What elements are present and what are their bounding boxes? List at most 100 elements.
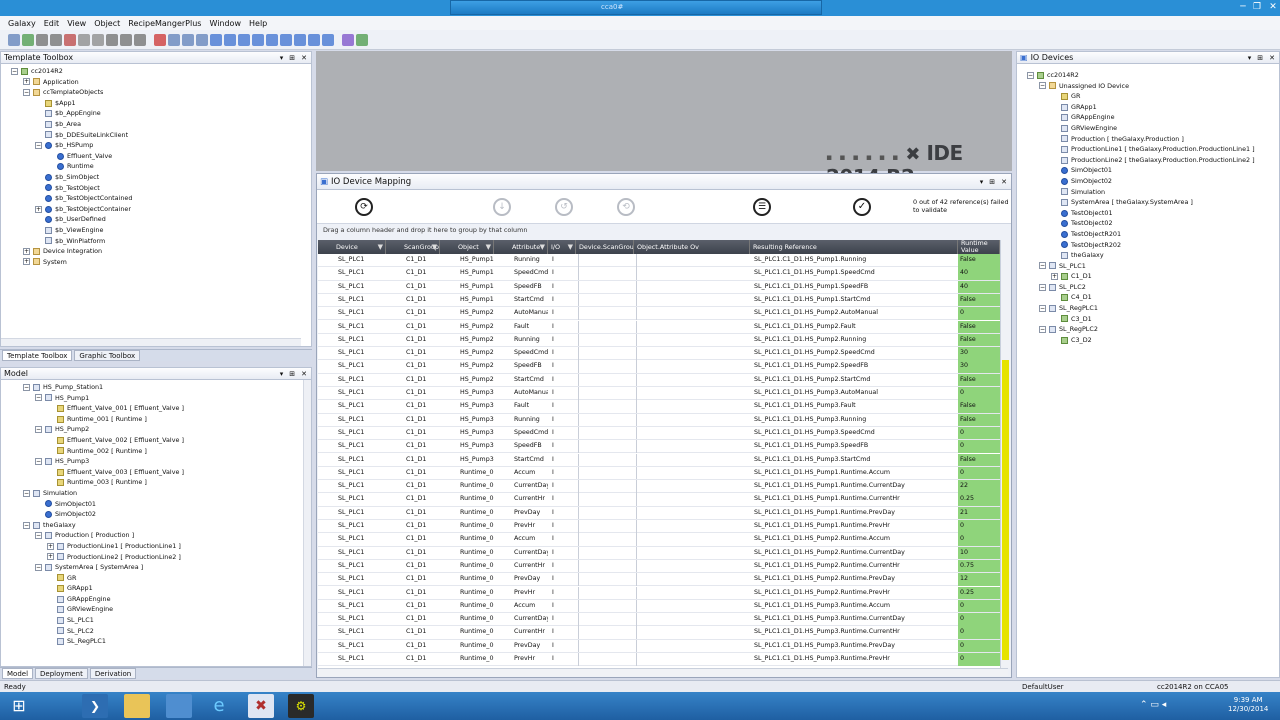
cell-scangroup-override[interactable]	[578, 573, 634, 586]
tree-item[interactable]: − $b_HSPump	[11, 140, 311, 151]
tree-item[interactable]: − SL_RegPLC2	[1027, 324, 1279, 335]
vertical-scrollbar[interactable]	[303, 380, 311, 666]
cell-scangroup-override[interactable]	[578, 413, 634, 427]
table-row[interactable]: SL_PLC1 C1_D1 HS_Pump2 SpeedFB I SL_PLC1.C1_D…	[318, 360, 1008, 374]
tree-item[interactable]: + $b_TestObjectContainer	[11, 204, 311, 215]
collapse-icon[interactable]: −	[1039, 262, 1046, 270]
tree-item[interactable]: SL_PLC2	[11, 626, 311, 637]
toolbar-button-icon[interactable]	[36, 33, 48, 46]
cell-scangroup-override[interactable]	[578, 626, 634, 639]
tree-item[interactable]: GR	[11, 573, 311, 584]
tree-item[interactable]: GRApp1	[11, 583, 311, 594]
table-row[interactable]: SL_PLC1 C1_D1 HS_Pump1 StartCmd I SL_PLC1.C1_…	[318, 293, 1008, 308]
cell-scangroup-override[interactable]	[578, 453, 634, 466]
table-row[interactable]: SL_PLC1 C1_D1 Runtime_001 PrevDay I SL_PLC1.C…	[318, 506, 1008, 520]
revert-icon[interactable]: ⟲	[617, 198, 635, 216]
tree-item[interactable]: − SystemArea [ SystemArea ]	[11, 562, 311, 573]
expand-icon[interactable]: +	[23, 78, 30, 86]
validate-icon[interactable]: ✓	[853, 198, 871, 216]
table-row[interactable]: SL_PLC1 C1_D1 HS_Pump2 Running I SL_PLC1.C1_D…	[318, 333, 1008, 348]
close-icon[interactable]: ✕	[1269, 54, 1275, 62]
cell-attribute-override[interactable]	[636, 347, 750, 360]
table-row[interactable]: SL_PLC1 C1_D1 Runtime_001 Accum I SL_PLC1.C1_…	[318, 466, 1008, 481]
menu-object[interactable]: Object	[94, 19, 120, 28]
toolbar-button-icon[interactable]	[196, 33, 208, 46]
filter-icon[interactable]: ▼	[486, 240, 491, 254]
tree-item[interactable]: GRViewEngine	[1027, 123, 1279, 134]
cell-scangroup-override[interactable]	[578, 546, 634, 560]
cell-scangroup-override[interactable]	[578, 506, 634, 520]
table-row[interactable]: SL_PLC1 C1_D1 HS_Pump3 SpeedFB I SL_PLC1.C1_D…	[318, 440, 1008, 454]
cell-scangroup-override[interactable]	[578, 440, 634, 453]
windows-start-icon[interactable]: ⊞	[6, 694, 32, 718]
tree-item[interactable]: $b_ViewEngine	[11, 225, 311, 236]
toolbar-button-icon[interactable]	[224, 33, 236, 46]
table-row[interactable]: SL_PLC1 C1_D1 HS_Pump3 Fault I SL_PLC1.C1_D1.…	[318, 400, 1008, 414]
close-icon[interactable]: ✕	[301, 370, 307, 378]
tree-item[interactable]: − SL_RegPLC1	[1027, 303, 1279, 314]
table-row[interactable]: SL_PLC1 C1_D1 Runtime_002 Accum I SL_PLC1.C1_…	[318, 533, 1008, 547]
menu-window[interactable]: Window	[209, 19, 241, 28]
collapse-icon[interactable]: −	[1039, 82, 1046, 90]
tree-item[interactable]: SystemArea [ theGalaxy.SystemArea ]	[1027, 197, 1279, 208]
tree-item[interactable]: − HS_Pump2	[11, 424, 311, 435]
table-row[interactable]: SL_PLC1 C1_D1 Runtime_003 CurrentDay I SL_PLC…	[318, 613, 1008, 627]
tree-item[interactable]: TestObjectR202	[1027, 240, 1279, 251]
tree-item[interactable]: − SL_PLC2	[1027, 282, 1279, 293]
tree-item[interactable]: C4_D1	[1027, 292, 1279, 303]
table-row[interactable]: SL_PLC1 C1_D1 HS_Pump1 SpeedCmd I SL_PLC1.C1_…	[318, 267, 1008, 281]
tree-item[interactable]: C3_D2	[1027, 335, 1279, 346]
list-icon[interactable]: ☰	[753, 198, 771, 216]
table-row[interactable]: SL_PLC1 C1_D1 HS_Pump2 Fault I SL_PLC1.C1_D1.…	[318, 320, 1008, 334]
cell-attribute-override[interactable]	[636, 493, 750, 506]
tree-item[interactable]: Runtime	[11, 161, 311, 172]
pin-icon[interactable]: ⊞	[989, 178, 995, 186]
tab-graphic-toolbox[interactable]: Graphic Toolbox	[74, 350, 141, 361]
tree-item[interactable]: + System	[11, 257, 311, 268]
tree-item[interactable]: − Simulation	[11, 488, 311, 499]
toolbar-button-icon[interactable]	[8, 33, 20, 46]
table-row[interactable]: SL_PLC1 C1_D1 HS_Pump2 SpeedCmd I SL_PLC1.C1_…	[318, 347, 1008, 361]
cell-attribute-override[interactable]	[636, 559, 750, 573]
grid-vertical-scrollbar[interactable]	[1000, 240, 1010, 668]
collapse-icon[interactable]: −	[11, 67, 18, 75]
table-row[interactable]: SL_PLC1 C1_D1 HS_Pump3 Running I SL_PLC1.C1_D…	[318, 413, 1008, 427]
tree-item[interactable]: − ccTemplateObjects	[11, 87, 311, 98]
tree-item[interactable]: Effluent_Valve	[11, 151, 311, 162]
toolbar-button-icon[interactable]	[92, 33, 104, 46]
column-header-scangroup-override[interactable]: Device.ScanGroup Override	[576, 240, 634, 254]
collapse-icon[interactable]: −	[1039, 326, 1046, 334]
tree-item[interactable]: $App1	[11, 98, 311, 109]
clock[interactable]: 9:39 AM 12/30/2014	[1228, 696, 1268, 714]
cell-attribute-override[interactable]	[636, 546, 750, 560]
server-manager-icon[interactable]	[166, 694, 192, 718]
column-header-scangroup[interactable]: ScanGroup ▼	[386, 240, 440, 254]
cell-scangroup-override[interactable]	[578, 480, 634, 493]
tree-item[interactable]: TestObject02	[1027, 218, 1279, 229]
cell-attribute-override[interactable]	[636, 520, 750, 533]
table-row[interactable]: SL_PLC1 C1_D1 Runtime_002 CurrentHr I SL_PLC1…	[318, 559, 1008, 574]
close-button[interactable]: ✕	[1262, 1, 1280, 14]
cell-attribute-override[interactable]	[636, 254, 750, 267]
tree-item[interactable]: GRViewEngine	[11, 604, 311, 615]
tree-item[interactable]: $b_UserDefined	[11, 214, 311, 225]
collapse-icon[interactable]: −	[35, 532, 42, 540]
tree-item[interactable]: GRAppEngine	[1027, 112, 1279, 123]
toolbar-button-icon[interactable]	[238, 33, 250, 46]
table-row[interactable]: SL_PLC1 C1_D1 HS_Pump1 Running I SL_PLC1.C1_D…	[318, 254, 1008, 268]
collapse-icon[interactable]: −	[35, 426, 42, 434]
filter-icon[interactable]: ▼	[568, 240, 573, 254]
tree-item[interactable]: TestObject01	[1027, 208, 1279, 219]
cell-attribute-override[interactable]	[636, 573, 750, 586]
expand-icon[interactable]: +	[47, 542, 54, 550]
ide-app-icon[interactable]: ✖	[248, 694, 274, 718]
toolbar-button-icon[interactable]	[50, 33, 62, 46]
toolkit-app-icon[interactable]: ⚙	[288, 694, 314, 718]
collapse-icon[interactable]: −	[35, 563, 42, 571]
tree-item[interactable]: Effluent_Valve_001 [ Effluent_Valve ]	[11, 403, 311, 414]
collapse-icon[interactable]: −	[35, 141, 42, 149]
cell-attribute-override[interactable]	[636, 387, 750, 400]
powershell-icon[interactable]: ❯	[82, 694, 108, 718]
file-explorer-icon[interactable]	[124, 694, 150, 718]
tree-item[interactable]: − HS_Pump1	[11, 393, 311, 404]
